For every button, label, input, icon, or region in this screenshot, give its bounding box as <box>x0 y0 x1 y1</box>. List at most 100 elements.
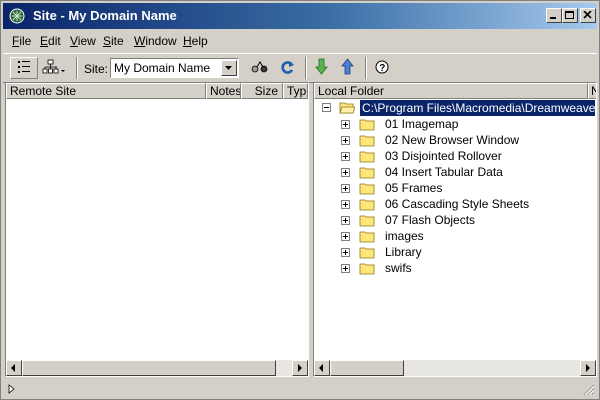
column-header-notes[interactable]: Notes <box>206 83 241 99</box>
expand-toggle[interactable] <box>341 152 350 161</box>
folder-icon <box>359 183 375 195</box>
resize-grip-icon[interactable] <box>583 384 595 396</box>
arrow-right-icon <box>586 364 590 372</box>
tree-item[interactable]: Library <box>314 244 594 260</box>
remote-horizontal-scrollbar[interactable] <box>6 360 308 376</box>
tree-item-label: 07 Flash Objects <box>385 213 476 227</box>
arrow-left-icon <box>319 364 323 372</box>
tree-item-label: 03 Disjointed Rollover <box>385 149 502 163</box>
file-list-icon <box>18 61 30 73</box>
window-title: Site - My Domain Name <box>33 8 177 23</box>
put-arrow-up-icon <box>341 58 354 75</box>
help-button[interactable]: ? <box>371 57 393 79</box>
maximize-icon <box>565 11 574 19</box>
site-select-dropdown-button[interactable] <box>221 60 237 76</box>
column-header-remote-site[interactable]: Remote Site <box>6 83 206 99</box>
expand-toggle[interactable] <box>341 264 350 273</box>
folder-icon <box>359 231 375 243</box>
folder-icon <box>359 263 375 275</box>
site-select[interactable]: My Domain Name <box>110 58 239 78</box>
put-button[interactable] <box>337 57 359 79</box>
help-icon: ? <box>375 60 389 74</box>
get-button[interactable] <box>311 57 333 79</box>
remote-site-pane[interactable]: Remote Site Notes Size Type <box>5 82 309 377</box>
title-bar[interactable]: Site - My Domain Name <box>3 3 597 29</box>
tree-item[interactable]: 07 Flash Objects <box>314 212 594 228</box>
close-button[interactable] <box>580 8 596 23</box>
menu-view[interactable]: View <box>67 33 99 49</box>
close-icon <box>583 11 592 19</box>
menu-window[interactable]: Window <box>131 33 180 49</box>
folder-icon <box>359 215 375 227</box>
folder-icon <box>359 151 375 163</box>
column-header-local-folder[interactable]: Local Folder <box>314 83 588 99</box>
svg-text:?: ? <box>379 63 385 74</box>
expand-toggle[interactable] <box>341 120 350 129</box>
minimize-button[interactable] <box>546 8 562 23</box>
tree-item[interactable]: images <box>314 228 594 244</box>
refresh-button[interactable] <box>277 57 299 79</box>
expand-toggle[interactable] <box>341 200 350 209</box>
tree-item[interactable]: 06 Cascading Style Sheets <box>314 196 594 212</box>
toolbar-separator <box>76 57 78 79</box>
arrow-right-icon <box>298 364 302 372</box>
folder-icon <box>359 135 375 147</box>
tree-item-label: 02 New Browser Window <box>385 133 520 147</box>
expand-toggle[interactable] <box>341 248 350 257</box>
column-header-notes-local[interactable]: N <box>588 83 596 99</box>
tree-item[interactable]: 05 Frames <box>314 180 594 196</box>
get-arrow-down-icon <box>315 58 328 75</box>
tree-item[interactable]: 01 Imagemap <box>314 116 594 132</box>
minimize-icon <box>550 17 556 19</box>
site-files-view-button[interactable] <box>10 57 38 79</box>
site-map-button[interactable] <box>41 57 69 79</box>
tree-item[interactable]: 02 New Browser Window <box>314 132 594 148</box>
local-horizontal-scrollbar[interactable] <box>314 360 596 376</box>
toolbar-separator <box>305 57 307 79</box>
scroll-thumb[interactable] <box>22 360 276 376</box>
folder-icon <box>359 167 375 179</box>
status-bar <box>3 380 597 398</box>
tree-item-label: 05 Frames <box>385 181 443 195</box>
menu-help[interactable]: Help <box>180 33 211 49</box>
tree-item-label: 01 Imagemap <box>385 117 459 131</box>
site-select-value: My Domain Name <box>114 61 211 75</box>
connect-button[interactable] <box>249 57 271 79</box>
expand-arrow-icon[interactable] <box>8 384 16 394</box>
expand-toggle[interactable] <box>341 232 350 241</box>
tree-item-label: images <box>385 229 424 243</box>
local-folder-pane[interactable]: Local Folder N C:\Program Files\Macromed… <box>313 82 597 377</box>
dropdown-arrow-icon <box>225 66 232 70</box>
scroll-right-button[interactable] <box>580 360 596 376</box>
tree-item[interactable]: swifs <box>314 260 594 276</box>
toolbar-separator <box>365 57 367 79</box>
column-header-size[interactable]: Size <box>241 83 283 99</box>
folder-icon <box>359 199 375 211</box>
site-window: Site - My Domain Name File Edit View Sit… <box>0 0 600 400</box>
site-label: Site: <box>84 62 109 76</box>
scroll-left-button[interactable] <box>314 360 330 376</box>
tree-item-label: 06 Cascading Style Sheets <box>385 197 530 211</box>
tree-root-row[interactable]: C:\Program Files\Macromedia\Dreamweaver … <box>318 100 596 116</box>
tree-item[interactable]: 03 Disjointed Rollover <box>314 148 594 164</box>
menu-file[interactable]: File <box>9 33 34 49</box>
connect-icon <box>251 61 268 73</box>
collapse-toggle[interactable] <box>322 103 331 112</box>
menu-site[interactable]: Site <box>100 33 127 49</box>
expand-toggle[interactable] <box>341 168 350 177</box>
refresh-icon <box>281 61 294 74</box>
scroll-thumb[interactable] <box>330 360 404 376</box>
expand-toggle[interactable] <box>341 216 350 225</box>
tree-root-label: C:\Program Files\Macromedia\Dreamweaver … <box>360 100 595 116</box>
tree-item[interactable]: 04 Insert Tabular Data <box>314 164 594 180</box>
expand-toggle[interactable] <box>341 184 350 193</box>
expand-toggle[interactable] <box>341 136 350 145</box>
folder-icon <box>359 247 375 259</box>
scroll-right-button[interactable] <box>292 360 308 376</box>
maximize-button[interactable] <box>562 8 578 23</box>
tree-item-label: Library <box>385 245 422 259</box>
site-map-icon <box>42 59 65 74</box>
menu-edit[interactable]: Edit <box>37 33 64 49</box>
column-header-type[interactable]: Type <box>283 83 308 99</box>
scroll-left-button[interactable] <box>6 360 22 376</box>
